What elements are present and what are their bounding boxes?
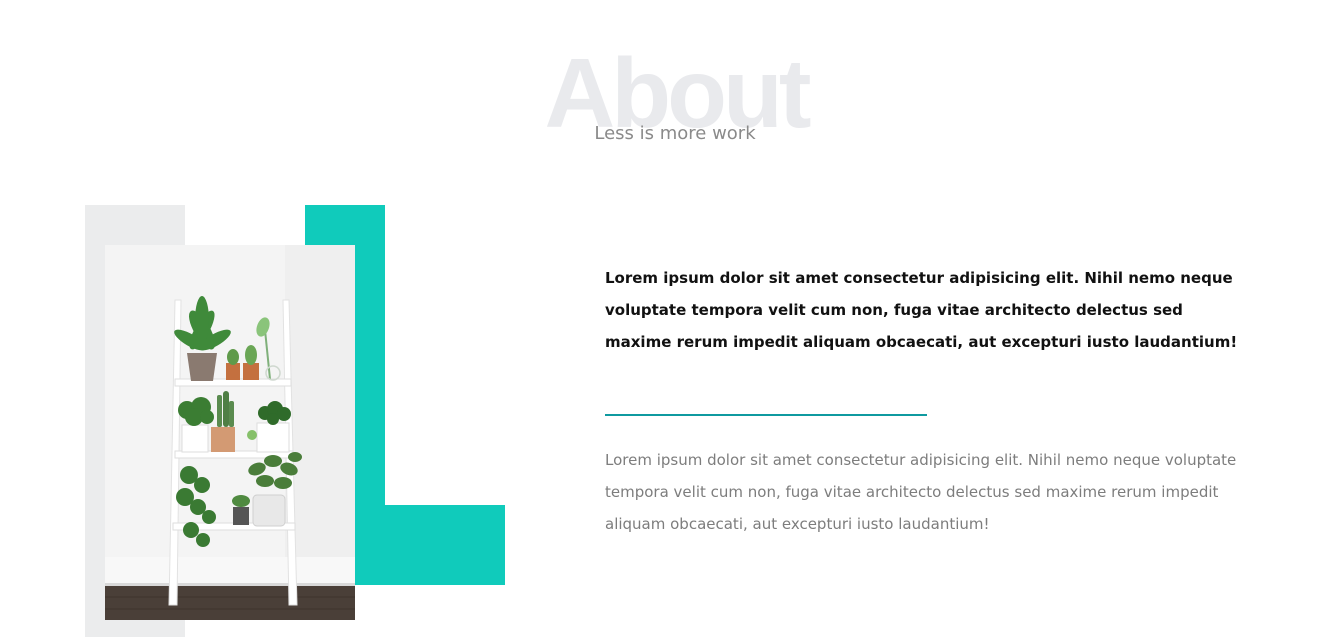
about-body-text: Lorem ipsum dolor sit amet consectetur a… xyxy=(605,451,1237,533)
about-section: About Less is more work Lorem ipsum dolo… xyxy=(0,0,1343,637)
about-lead-text: Lorem ipsum dolor sit amet consectetur a… xyxy=(605,269,1238,351)
about-photo xyxy=(105,245,355,620)
accent-divider xyxy=(605,414,927,416)
about-content: Lorem ipsum dolor sit amet consectetur a… xyxy=(605,262,1245,540)
section-subtitle: Less is more work xyxy=(594,123,756,144)
